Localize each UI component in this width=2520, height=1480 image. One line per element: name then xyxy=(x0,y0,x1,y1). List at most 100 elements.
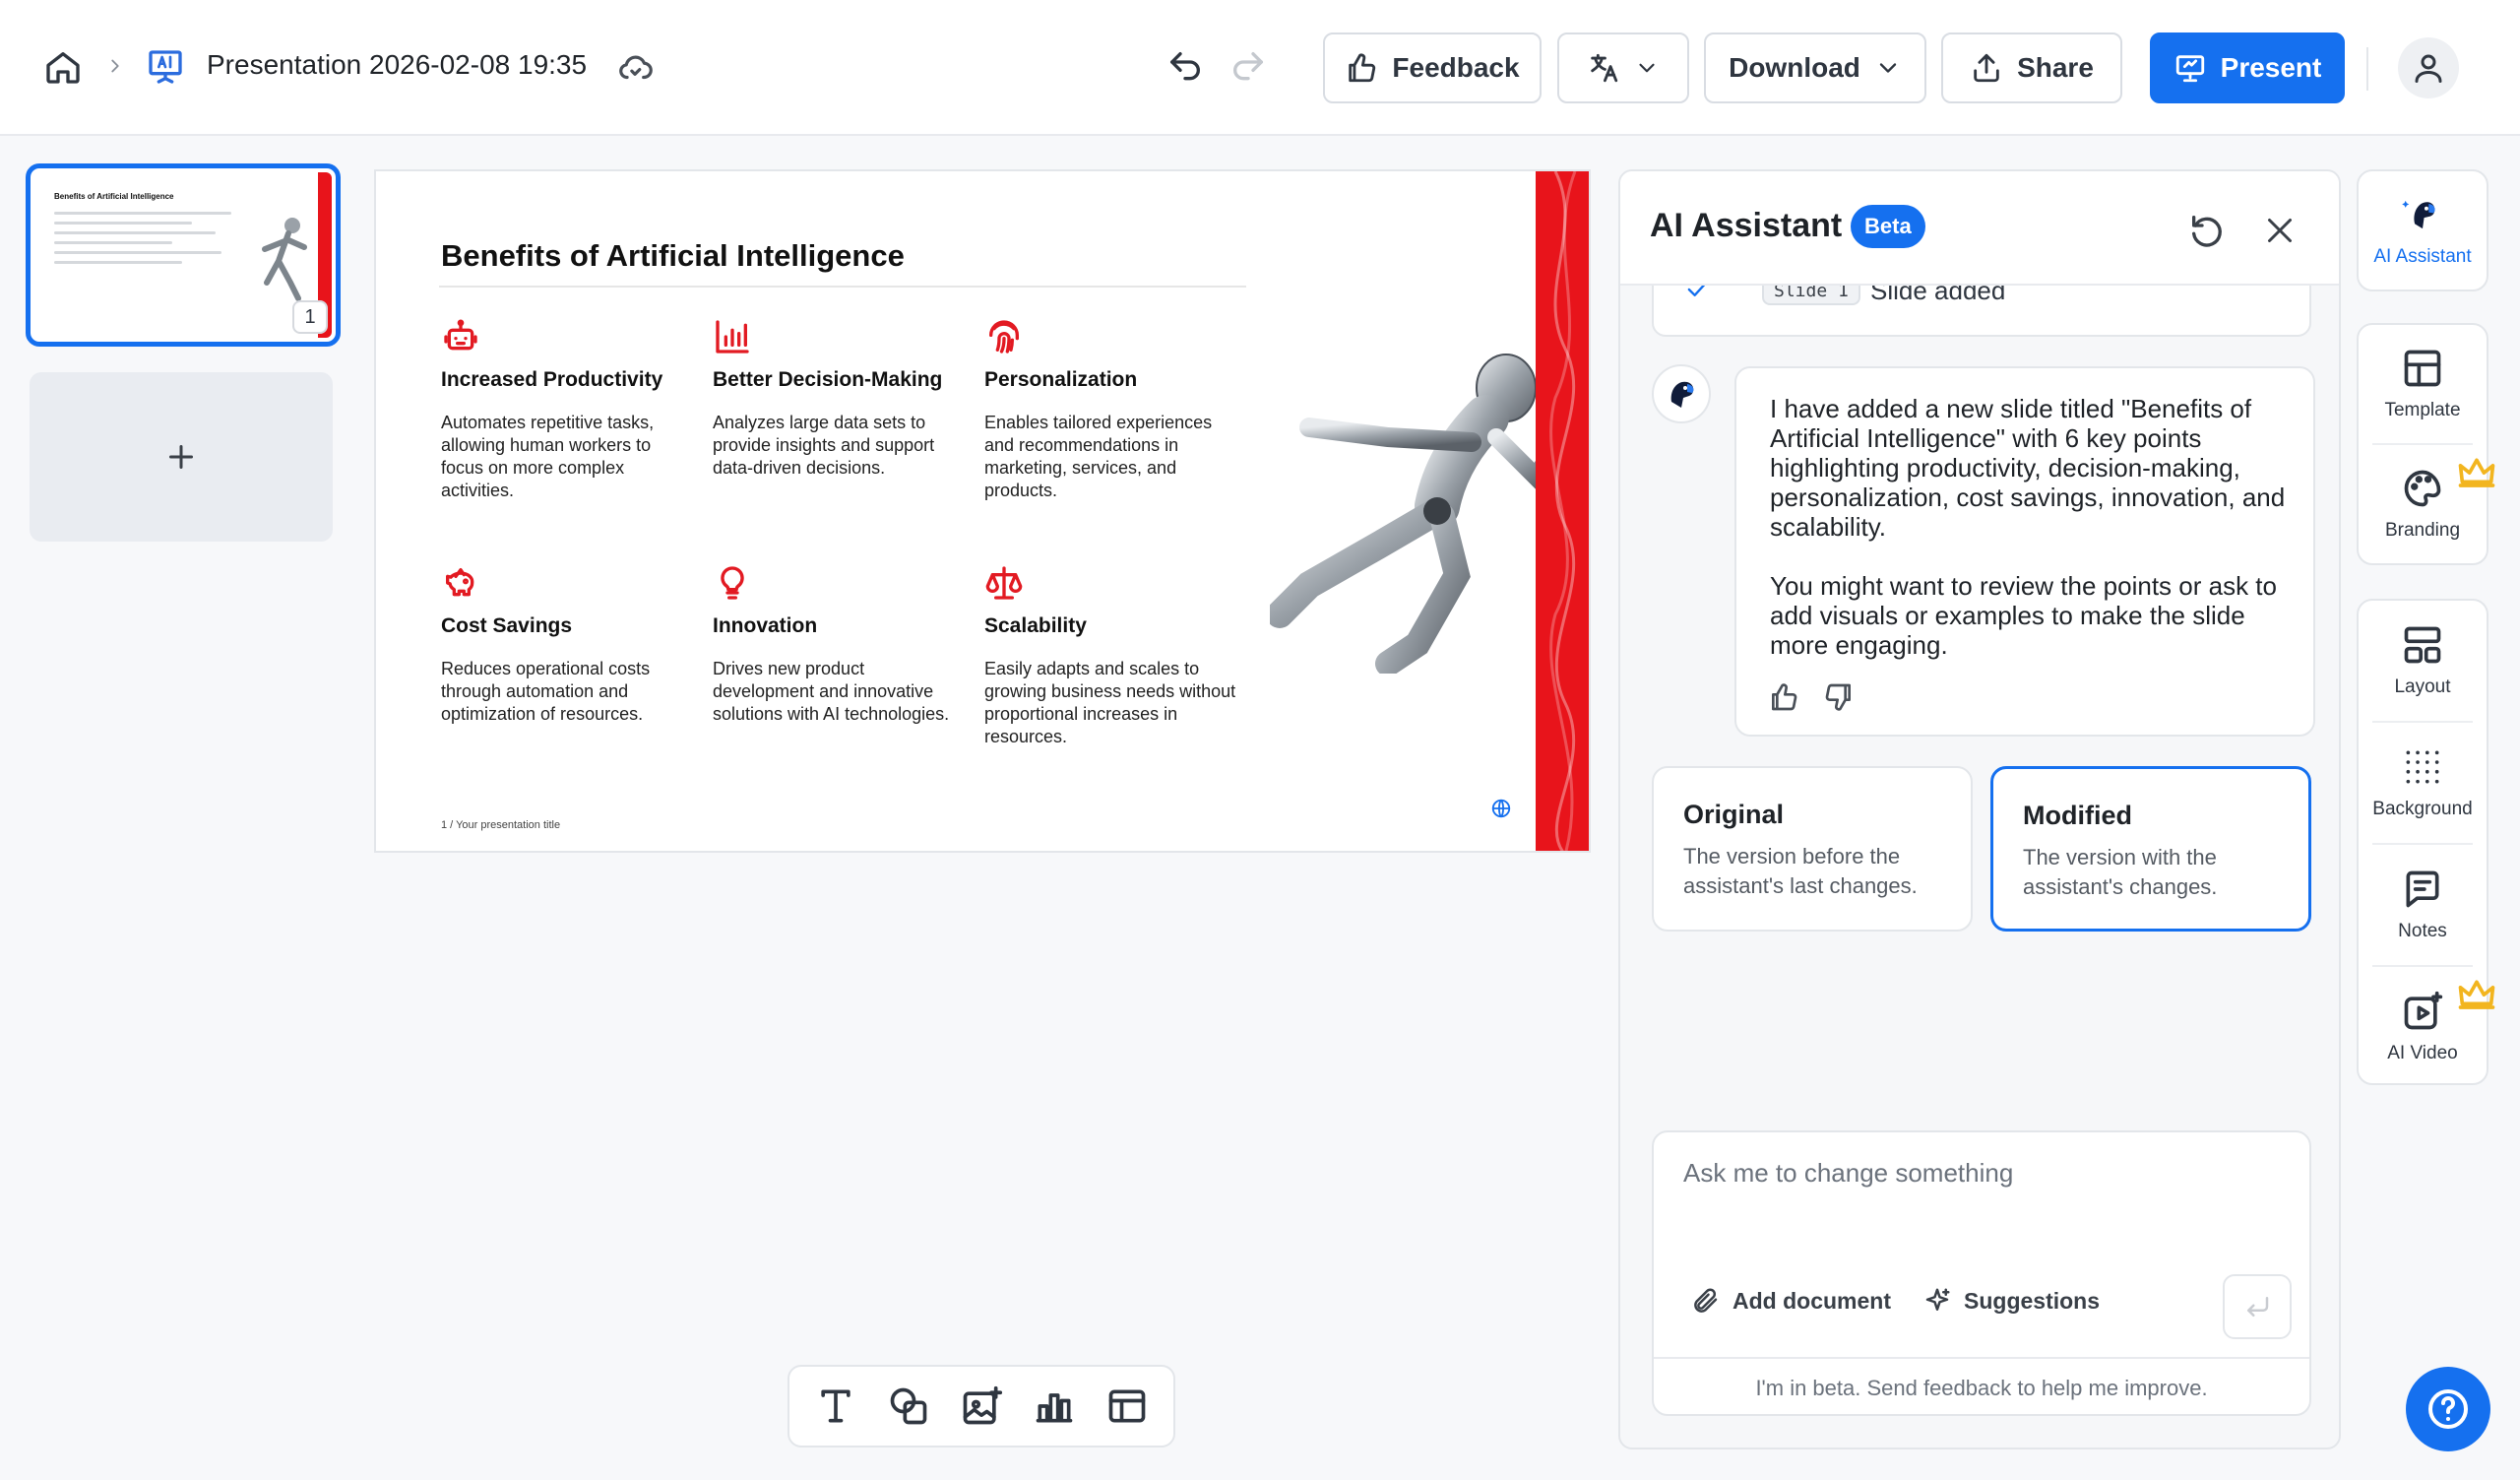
add-document-button[interactable]: Add document xyxy=(1691,1286,1891,1316)
suggestions-button[interactable]: Suggestions xyxy=(1922,1286,2100,1316)
table-tool-icon[interactable] xyxy=(1105,1384,1149,1428)
card-title: Better Decision-Making xyxy=(713,368,943,391)
insert-toolbar xyxy=(788,1365,1175,1448)
home-icon[interactable] xyxy=(43,47,83,87)
palette-icon xyxy=(2404,470,2441,507)
redo-icon[interactable] xyxy=(1228,47,1268,87)
card-description: Analyzes large data sets to provide insi… xyxy=(713,413,935,478)
card-scalability[interactable]: Scalability Easily adapts and scales to … xyxy=(984,563,1236,748)
image-tool-icon[interactable] xyxy=(960,1384,1003,1428)
card-better-decision-making[interactable]: Better Decision-Making Analyzes large da… xyxy=(713,317,965,480)
chat-input[interactable]: Ask me to change something xyxy=(1683,1158,2013,1189)
version-description: The version with the assistant's changes… xyxy=(2023,845,2218,899)
present-label: Present xyxy=(2220,52,2322,83)
share-button[interactable]: Share xyxy=(1941,32,2122,103)
download-button[interactable]: Download xyxy=(1704,32,1926,103)
modified-version-card[interactable]: Modified The version with the assistant'… xyxy=(1990,766,2311,932)
slide-number-badge: 1 xyxy=(292,300,328,334)
presentation-title[interactable]: Presentation 2026-02-08 19:35 xyxy=(207,49,587,81)
running-robot-image[interactable] xyxy=(1270,349,1561,674)
upload-icon xyxy=(1974,53,1999,83)
accent-wave-pattern xyxy=(1549,171,1577,851)
slide-footer: 1 / Your presentation title xyxy=(441,819,561,831)
bar-chart-icon xyxy=(713,317,752,356)
rail-item-ai-assistant[interactable]: AI Assistant xyxy=(2359,171,2487,290)
slide-canvas[interactable]: Benefits of Artificial Intelligence Incr… xyxy=(374,169,1591,853)
language-button[interactable] xyxy=(1557,32,1689,103)
parrot-logo-icon xyxy=(2402,200,2435,229)
beta-badge: Beta xyxy=(1851,205,1925,248)
background-grid-icon xyxy=(2406,750,2439,784)
original-version-card[interactable]: Original The version before the assistan… xyxy=(1652,766,1973,932)
beta-footnote: I'm in beta. Send feedback to help me im… xyxy=(1654,1357,2309,1414)
text-tool-icon[interactable] xyxy=(814,1384,857,1428)
card-increased-productivity[interactable]: Increased Productivity Automates repetit… xyxy=(441,317,693,502)
slide-thumbnail-1[interactable]: Benefits of Artificial Intelligence 1 xyxy=(26,163,341,347)
rail-item-branding[interactable]: Branding xyxy=(2359,445,2495,563)
close-icon[interactable] xyxy=(2262,213,2298,248)
scale-icon xyxy=(984,563,1024,603)
thumbs-up-icon xyxy=(1349,53,1376,83)
thumbnail-robot-image xyxy=(262,218,307,301)
rail-label: Template xyxy=(2384,400,2461,420)
card-cost-savings[interactable]: Cost Savings Reduces operational costs t… xyxy=(441,563,693,726)
rail-item-ai-video[interactable]: AI Video xyxy=(2359,967,2495,1087)
rail-group-design: Template Branding xyxy=(2357,323,2495,565)
ai-panel-title: AI Assistant xyxy=(1650,207,1843,244)
assistant-avatar xyxy=(1652,364,1711,423)
user-icon xyxy=(2415,54,2442,83)
thumbs-down-icon[interactable] xyxy=(1823,681,1855,713)
chevron-down-icon xyxy=(1879,63,1897,73)
card-innovation[interactable]: Innovation Drives new product developmen… xyxy=(713,563,965,726)
assistant-message: I have added a new slide titled "Benefit… xyxy=(1734,366,2315,737)
card-description: Easily adapts and scales to growing busi… xyxy=(984,659,1236,746)
fingerprint-icon xyxy=(984,317,1024,356)
undo-icon[interactable] xyxy=(1166,47,1205,87)
feedback-button[interactable]: Feedback xyxy=(1323,32,1542,103)
user-avatar[interactable] xyxy=(2398,37,2459,98)
help-button[interactable] xyxy=(2406,1367,2490,1451)
ai-panel-header: AI Assistant Beta xyxy=(1620,171,2339,286)
rail-item-notes[interactable]: Notes xyxy=(2359,845,2487,965)
card-title: Personalization xyxy=(984,368,1138,391)
card-description: Automates repetitive tasks, allowing hum… xyxy=(441,413,655,500)
layout-icon xyxy=(2404,626,2441,664)
feedback-label: Feedback xyxy=(1392,52,1520,83)
robot-icon xyxy=(441,317,480,356)
thumbnail-preview: Benefits of Artificial Intelligence xyxy=(34,172,332,338)
shapes-tool-icon[interactable] xyxy=(887,1384,930,1428)
card-title: Scalability xyxy=(984,614,1087,637)
rail-label: Background xyxy=(2372,799,2473,819)
message-paragraph: You might want to review the points or a… xyxy=(1770,571,2277,660)
suggestions-label: Suggestions xyxy=(1964,1287,2101,1314)
title-divider xyxy=(439,286,1246,288)
rail-item-layout[interactable]: Layout xyxy=(2359,601,2487,721)
card-description: Reduces operational costs through automa… xyxy=(441,659,651,724)
reset-icon[interactable] xyxy=(2187,211,2227,250)
thumbs-up-icon[interactable] xyxy=(1768,681,1799,713)
parrot-logo-icon xyxy=(1662,374,1701,414)
template-icon xyxy=(2404,350,2441,387)
enter-icon xyxy=(2247,1297,2269,1317)
rail-group-tools: Layout Background Notes AI Video xyxy=(2357,599,2495,1087)
present-button[interactable]: Present xyxy=(2150,32,2345,103)
message-paragraph: I have added a new slide titled "Benefit… xyxy=(1770,394,2286,542)
rail-label: Layout xyxy=(2394,676,2451,697)
version-title: Modified xyxy=(2023,801,2132,830)
chevron-right-icon xyxy=(104,55,126,77)
rail-label: AI Assistant xyxy=(2373,246,2472,267)
send-button[interactable] xyxy=(2223,1274,2292,1339)
download-label: Download xyxy=(1729,52,1860,83)
slide-title[interactable]: Benefits of Artificial Intelligence xyxy=(441,238,905,274)
slide-accent-bar xyxy=(1536,171,1589,851)
chart-tool-icon[interactable] xyxy=(1033,1384,1076,1428)
card-title: Increased Productivity xyxy=(441,368,663,391)
toolbar-divider xyxy=(2366,47,2368,91)
rail-item-background[interactable]: Background xyxy=(2359,723,2487,843)
crown-icon xyxy=(2455,453,2495,487)
cloud-sync-icon xyxy=(616,49,654,87)
rail-item-template[interactable]: Template xyxy=(2359,325,2487,443)
add-slide-button[interactable] xyxy=(30,372,333,542)
present-icon xyxy=(2175,55,2204,83)
card-personalization[interactable]: Personalization Enables tailored experie… xyxy=(984,317,1236,502)
